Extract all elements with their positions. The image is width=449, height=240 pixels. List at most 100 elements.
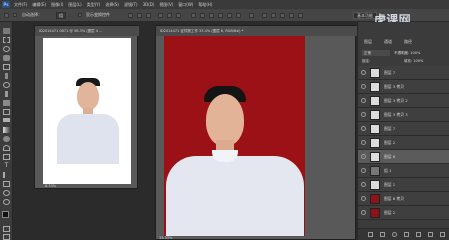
layer-row[interactable]: 组 1 [358, 164, 449, 178]
adjustment-layer-icon[interactable] [404, 232, 409, 237]
auto-align-icon[interactable] [249, 13, 254, 18]
dodge-tool-icon[interactable] [3, 145, 10, 151]
align-center-icon[interactable] [167, 13, 172, 18]
layer-row[interactable]: 图层 1 [358, 178, 449, 192]
photoshop-logo: Ps [2, 1, 10, 8]
layer-style-icon[interactable] [380, 232, 385, 237]
opacity-field[interactable]: 不透明度: 100% [394, 50, 446, 56]
menu-image[interactable]: 图像(I) [51, 2, 63, 8]
document-2-zoom: 33.33% [159, 236, 173, 240]
eye-icon[interactable] [361, 140, 366, 145]
layer-row[interactable]: 图层 3 拷贝 3 [358, 108, 449, 122]
3d-mode-2-icon[interactable] [271, 13, 276, 18]
3d-mode-3-icon[interactable] [280, 13, 285, 18]
history-brush-tool-icon[interactable] [3, 109, 10, 115]
tab-channels[interactable]: 通道 [384, 38, 392, 46]
menu-layer[interactable]: 图层(L) [68, 2, 81, 8]
healing-brush-tool-icon[interactable] [3, 82, 10, 88]
layer-row[interactable]: 图层 2 [358, 136, 449, 150]
distribute-4-icon[interactable] [218, 13, 223, 18]
eye-icon[interactable] [361, 98, 366, 103]
align-middle-icon[interactable] [137, 13, 142, 18]
layer-row[interactable]: 图层 3 拷贝 [358, 80, 449, 94]
document-window-2[interactable]: ID2014471 证件照工作 33.4% (图层 6, RGB/8#) * 3… [155, 25, 357, 240]
menu-type[interactable]: 类型(Y) [87, 2, 101, 8]
menu-filter[interactable]: 滤镜(T) [124, 2, 138, 8]
align-left-icon[interactable] [158, 13, 163, 18]
show-transform-checkbox[interactable] [78, 13, 82, 17]
distribute-3-icon[interactable] [209, 13, 214, 18]
screen-mode-icon[interactable] [3, 234, 10, 240]
document-1-tab[interactable]: ID2014471 0871 @ 58.3% (图层 4 ... [35, 26, 139, 36]
eye-icon[interactable] [361, 196, 366, 201]
eye-icon[interactable] [361, 112, 366, 117]
hand-tool-icon[interactable] [3, 190, 10, 196]
tab-paths[interactable]: 路径 [404, 38, 412, 46]
foreground-color-swatch[interactable] [2, 211, 9, 218]
3d-mode-5-icon[interactable] [298, 13, 303, 18]
blend-mode-dropdown[interactable]: 正常 [362, 50, 390, 56]
clone-stamp-tool-icon[interactable] [3, 100, 10, 106]
3d-mode-1-icon[interactable] [262, 13, 267, 18]
menu-view[interactable]: 视图(V) [159, 2, 173, 8]
distribute-5-icon[interactable] [227, 13, 232, 18]
document-2-tab[interactable]: ID2014471 证件照工作 33.4% (图层 6, RGB/8#) * [156, 26, 357, 36]
eye-icon[interactable] [361, 210, 366, 215]
white-shirt [57, 114, 119, 164]
align-top-icon[interactable] [128, 13, 133, 18]
layer-name: 图层 7 [384, 70, 396, 75]
marquee-tool-icon[interactable] [3, 37, 10, 43]
quick-mask-icon[interactable] [3, 226, 10, 232]
distribute-2-icon[interactable] [200, 13, 205, 18]
rectangle-tool-icon[interactable] [3, 181, 10, 187]
eye-icon[interactable] [361, 168, 366, 173]
menu-help[interactable]: 帮助(H) [198, 2, 212, 8]
align-right-icon[interactable] [176, 13, 181, 18]
type-tool-icon[interactable]: T [3, 163, 10, 169]
delete-layer-icon[interactable] [440, 232, 445, 237]
brush-tool-icon[interactable] [5, 91, 8, 97]
eye-icon[interactable] [361, 84, 366, 89]
zoom-tool-icon[interactable] [3, 199, 10, 205]
link-layers-icon[interactable] [368, 232, 373, 237]
lasso-tool-icon[interactable] [3, 46, 10, 52]
layer-row[interactable]: 图层 2 [358, 206, 449, 220]
eye-icon[interactable] [361, 70, 366, 75]
new-group-icon[interactable] [416, 232, 421, 237]
new-layer-icon[interactable] [428, 232, 433, 237]
distribute-1-icon[interactable] [191, 13, 196, 18]
menu-file[interactable]: 文件(F) [14, 2, 27, 8]
distribute-6-icon[interactable] [236, 13, 241, 18]
layer-row[interactable]: 图层 7 [358, 66, 449, 80]
crop-tool-icon[interactable] [3, 64, 10, 70]
gradient-tool-icon[interactable] [3, 127, 10, 133]
layer-row[interactable]: 图层 7 [358, 122, 449, 136]
menu-edit[interactable]: 编辑(E) [32, 2, 46, 8]
eye-icon[interactable] [361, 154, 366, 159]
eye-icon[interactable] [361, 182, 366, 187]
3d-mode-4-icon[interactable] [289, 13, 294, 18]
path-selection-tool-icon[interactable] [3, 172, 10, 178]
pen-tool-icon[interactable] [3, 154, 10, 160]
layer-row-selected[interactable]: 图层 6 [358, 150, 449, 164]
move-tool-icon[interactable] [3, 28, 10, 34]
layer-row[interactable]: 图层 8 拷贝 [358, 192, 449, 206]
add-mask-icon[interactable] [392, 232, 397, 237]
auto-select-checkbox[interactable] [13, 13, 17, 17]
menu-3d[interactable]: 3D(D) [143, 2, 155, 8]
tab-layers[interactable]: 图层 [364, 38, 372, 46]
document-window-1[interactable]: ID2014471 0871 @ 58.3% (图层 4 ... 8.33% [34, 25, 139, 189]
layer-row[interactable]: 图层 3 拷贝 2 [358, 94, 449, 108]
quick-select-tool-icon[interactable] [3, 55, 10, 61]
align-bottom-icon[interactable] [146, 13, 151, 18]
group-dropdown[interactable]: 组 [56, 12, 66, 19]
blur-tool-icon[interactable] [3, 136, 10, 142]
menu-window[interactable]: 窗口(W) [178, 2, 193, 8]
layer-thumbnail [370, 82, 380, 92]
menu-select[interactable]: 选择(S) [105, 2, 119, 8]
eyedropper-tool-icon[interactable] [5, 73, 8, 79]
move-tool-icon[interactable] [4, 13, 9, 18]
eye-icon[interactable] [361, 126, 366, 131]
fill-field[interactable]: 填充: 100% [404, 59, 423, 64]
eraser-tool-icon[interactable] [3, 118, 10, 122]
